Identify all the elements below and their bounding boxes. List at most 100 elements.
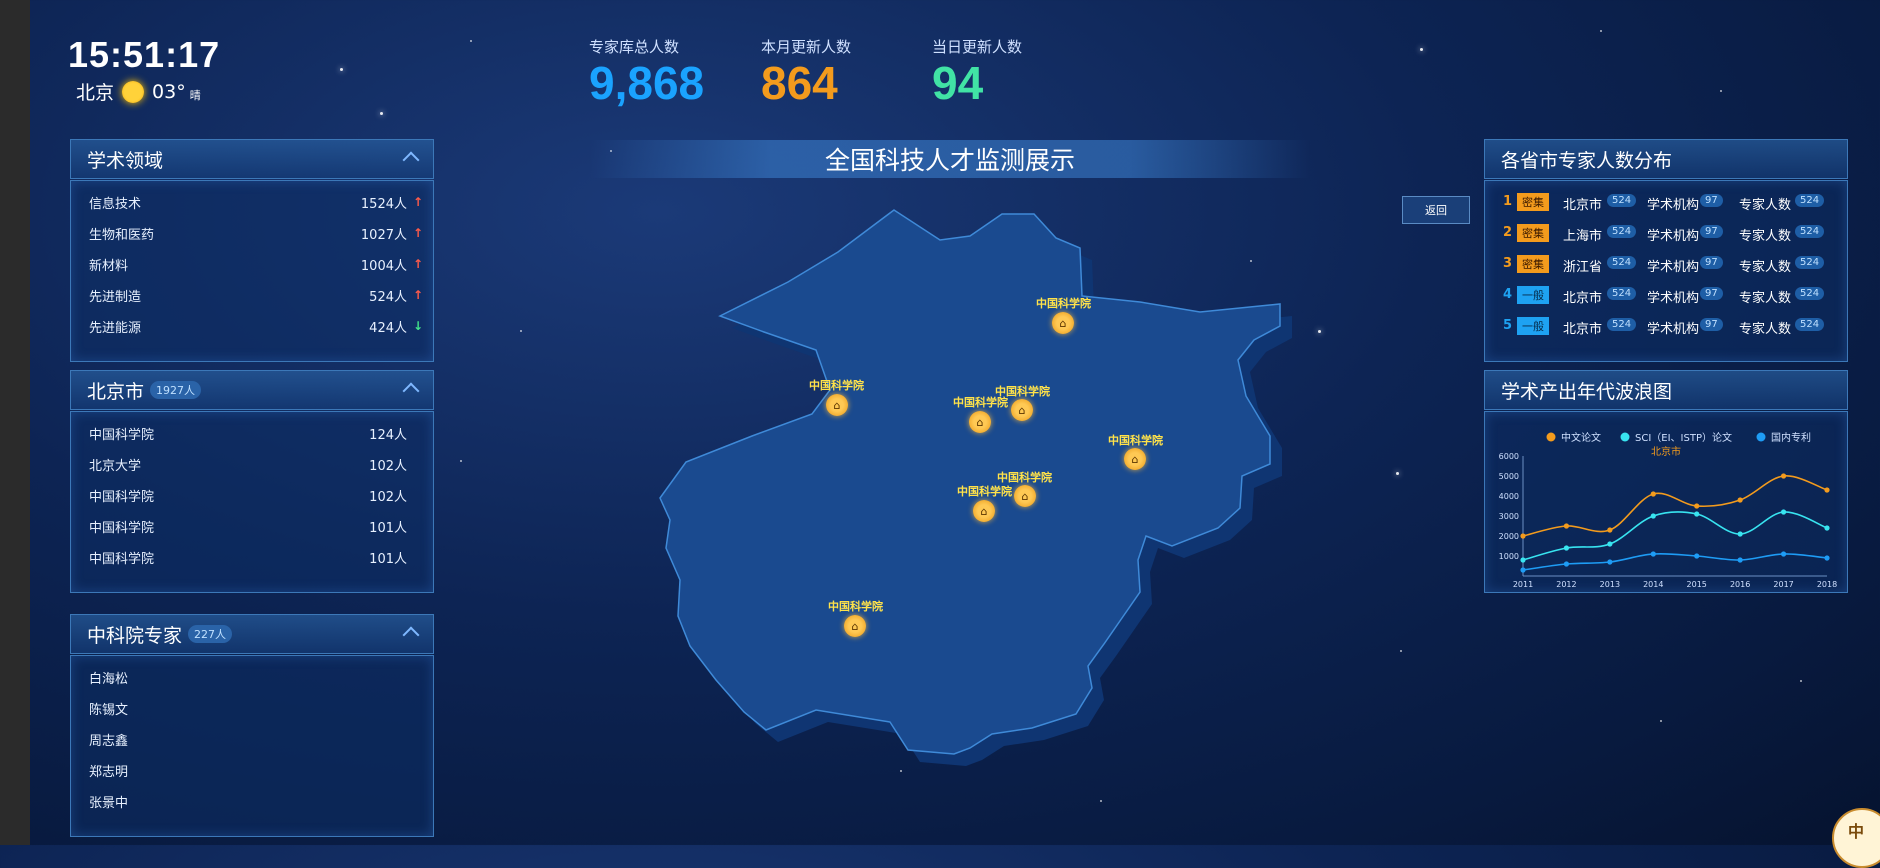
list-item[interactable]: 新材料 1004人 ↑ bbox=[71, 249, 433, 279]
list-item[interactable]: 周志鑫 bbox=[71, 724, 433, 754]
data-point bbox=[1780, 509, 1787, 515]
legend-marker bbox=[1756, 432, 1766, 442]
map-region[interactable] bbox=[659, 209, 1281, 755]
list-item[interactable]: 先进能源 424人 ↓ bbox=[71, 311, 433, 341]
data-point bbox=[1650, 513, 1656, 519]
fields-panel-header[interactable]: 学术领域 bbox=[70, 139, 434, 179]
ranking-row[interactable]: 5 一般 北京市 524 学术机构 97 专家人数 524 bbox=[1485, 311, 1847, 341]
city-count-badge: 524 bbox=[1607, 225, 1637, 238]
y-tick-label: 4000 bbox=[1499, 492, 1519, 501]
cas-panel-header[interactable]: 中科院专家 227人 bbox=[70, 614, 434, 654]
expert-label: 专家人数 bbox=[1739, 260, 1792, 275]
org-count: 101人 bbox=[369, 520, 407, 536]
data-point bbox=[1824, 525, 1830, 531]
org-count-badge: 97 bbox=[1700, 318, 1723, 331]
ranking-row[interactable]: 3 密集 浙江省 524 学术机构 97 专家人数 524 bbox=[1485, 249, 1847, 279]
list-item[interactable]: 中国科学院 101人 bbox=[71, 511, 433, 541]
list-item[interactable]: 陈锡文 bbox=[71, 693, 433, 723]
ranking-row[interactable]: 1 密集 北京市 524 学术机构 97 专家人数 524 bbox=[1485, 187, 1847, 217]
stat-value: 9,868 bbox=[589, 57, 705, 109]
institution-pin-icon[interactable]: ⌂ bbox=[844, 615, 866, 637]
list-item[interactable]: 北京大学 102人 bbox=[71, 449, 433, 479]
stat-label: 本月更新人数 bbox=[761, 38, 852, 56]
series-line bbox=[1522, 552, 1828, 571]
institution-pin-icon[interactable]: ⌂ bbox=[1052, 312, 1074, 334]
data-point bbox=[1520, 567, 1526, 573]
list-item[interactable]: 郑志明 bbox=[71, 755, 433, 785]
field-count: 1027人 bbox=[360, 227, 407, 243]
mascot-icon[interactable]: 中 bbox=[1832, 808, 1880, 868]
list-item[interactable]: 白海松 bbox=[71, 662, 433, 692]
fields-panel: 信息技术 1524人 ↑ 生物和医药 1027人 ↑ 新材料 1004人 ↑ 先进制造 524… bbox=[70, 180, 434, 362]
city-panel-header[interactable]: 北京市 1927人 bbox=[70, 370, 434, 410]
ranking-row[interactable]: 2 密集 上海市 524 学术机构 97 专家人数 524 bbox=[1485, 218, 1847, 248]
list-item[interactable]: 中国科学院 124人 bbox=[71, 418, 433, 448]
list-item[interactable]: 张景中 bbox=[71, 786, 433, 816]
legend-label: SCI（EI、ISTP）论文 bbox=[1635, 431, 1732, 444]
expert-count-badge: 524 bbox=[1795, 256, 1825, 269]
expert-count-badge: 524 bbox=[1795, 287, 1825, 300]
weather-cond: 晴 bbox=[189, 88, 201, 102]
institution-pin-icon[interactable]: ⌂ bbox=[969, 411, 991, 433]
city-count-badge: 524 bbox=[1607, 318, 1637, 331]
stat-label: 当日更新人数 bbox=[932, 38, 1023, 56]
beijing-map[interactable] bbox=[640, 200, 1300, 840]
panel-title: 学术产出年代波浪图 bbox=[1501, 380, 1673, 403]
ranking-panel: 1 密集 北京市 524 学术机构 97 专家人数 524 2 密集 上海市 5… bbox=[1484, 180, 1848, 362]
org-count-badge: 97 bbox=[1700, 256, 1723, 269]
field-name: 新材料 bbox=[89, 258, 129, 274]
stat-label: 专家库总人数 bbox=[589, 38, 680, 56]
expert-name: 白海松 bbox=[89, 671, 129, 687]
density-tag: 密集 bbox=[1517, 193, 1549, 211]
institution-pin-icon[interactable]: ⌂ bbox=[826, 394, 848, 416]
institution-pin-icon[interactable]: ⌂ bbox=[1011, 399, 1033, 421]
density-tag: 密集 bbox=[1517, 224, 1549, 242]
count-badge: 227人 bbox=[188, 625, 233, 643]
x-tick-label: 2011 bbox=[1513, 580, 1533, 589]
stat-total-experts: 专家库总人数 9,868 bbox=[589, 36, 704, 109]
collapse-chevron-icon[interactable] bbox=[402, 151, 420, 169]
panel-title: 中科院专家 bbox=[87, 624, 183, 647]
collapse-chevron-icon[interactable] bbox=[402, 382, 420, 400]
map-marker-label: 中国科学院 bbox=[953, 396, 1008, 409]
map-marker-label: 中国科学院 bbox=[957, 485, 1012, 498]
data-point bbox=[1780, 551, 1787, 557]
collapse-chevron-icon[interactable] bbox=[402, 626, 420, 644]
expert-label: 专家人数 bbox=[1739, 198, 1792, 213]
ranking-row[interactable]: 4 一般 北京市 524 学术机构 97 专家人数 524 bbox=[1485, 280, 1847, 310]
list-item[interactable]: 中国科学院 101人 bbox=[71, 542, 433, 572]
x-tick-label: 2015 bbox=[1687, 580, 1707, 589]
expert-name: 张景中 bbox=[89, 795, 129, 811]
x-tick-label: 2012 bbox=[1556, 580, 1576, 589]
stat-value: 94 bbox=[932, 57, 984, 109]
org-count: 102人 bbox=[369, 489, 407, 505]
data-point bbox=[1824, 555, 1830, 561]
institution-pin-icon[interactable]: ⌂ bbox=[973, 500, 995, 522]
legend-marker bbox=[1620, 432, 1630, 442]
stat-day-updates: 当日更新人数 94 bbox=[932, 36, 1022, 109]
city-count-badge: 524 bbox=[1607, 256, 1637, 269]
expert-name: 陈锡文 bbox=[89, 702, 129, 718]
chart-title: 北京市 bbox=[1651, 445, 1681, 458]
list-item[interactable]: 中国科学院 102人 bbox=[71, 480, 433, 510]
data-point bbox=[1694, 553, 1700, 559]
arrow-up-icon: ↑ bbox=[412, 226, 423, 240]
institution-pin-icon[interactable]: ⌂ bbox=[1014, 485, 1036, 507]
list-item[interactable]: 生物和医药 1027人 ↑ bbox=[71, 218, 433, 248]
institution-pin-icon[interactable]: ⌂ bbox=[1124, 448, 1146, 470]
list-item[interactable]: 先进制造 524人 ↑ bbox=[71, 280, 433, 310]
panel-title: 各省市专家人数分布 bbox=[1501, 149, 1673, 172]
list-item[interactable]: 信息技术 1524人 ↑ bbox=[71, 187, 433, 217]
data-point bbox=[1737, 531, 1743, 537]
expert-label: 专家人数 bbox=[1739, 322, 1792, 337]
data-point bbox=[1563, 561, 1570, 567]
org-count: 101人 bbox=[369, 551, 407, 567]
back-button[interactable]: 返回 bbox=[1402, 196, 1470, 224]
stat-month-updates: 本月更新人数 864 bbox=[761, 36, 851, 109]
arrow-up-icon: ↑ bbox=[412, 257, 423, 271]
legend-marker bbox=[1546, 432, 1556, 442]
data-point bbox=[1694, 511, 1700, 517]
main-title: 全国科技人才监测展示 bbox=[590, 140, 1310, 178]
clock: 15:51:17 bbox=[68, 34, 221, 75]
expert-name: 郑志明 bbox=[89, 764, 129, 780]
